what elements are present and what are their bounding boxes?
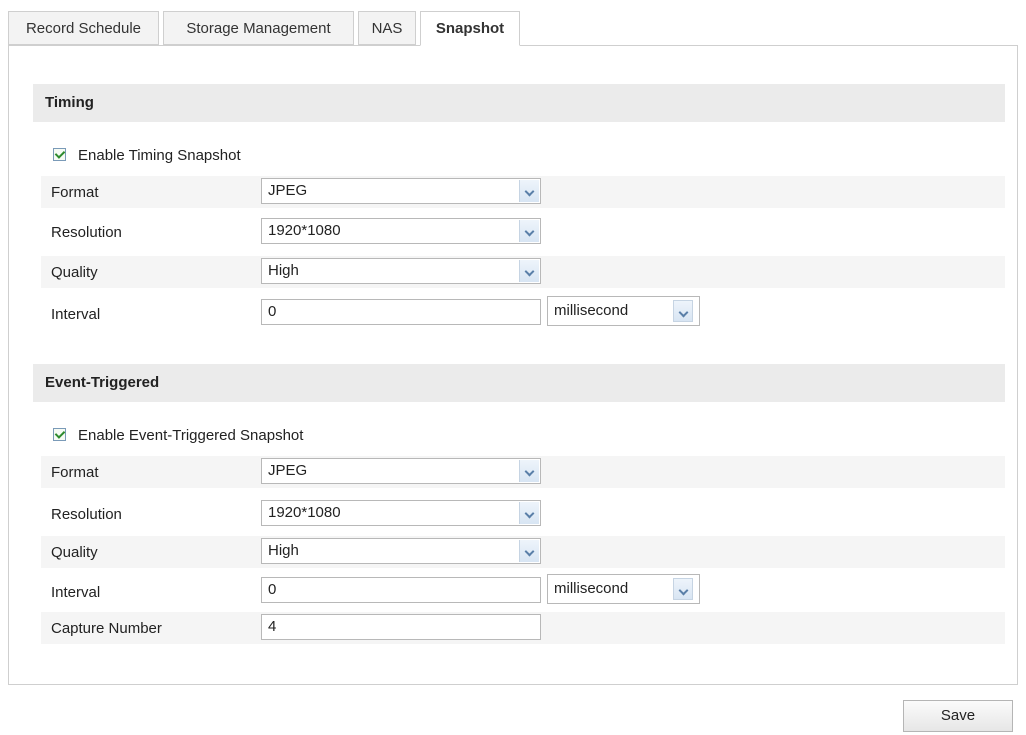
- chevron-down-icon[interactable]: [519, 540, 539, 562]
- event-quality-select[interactable]: High: [261, 538, 541, 564]
- chevron-down-icon[interactable]: [673, 578, 693, 600]
- event-quality-label: Quality: [51, 544, 98, 561]
- event-enable-label: Enable Event-Triggered Snapshot: [78, 427, 304, 444]
- timing-interval-unit-select[interactable]: millisecond: [547, 296, 700, 326]
- event-format-label: Format: [51, 464, 99, 481]
- event-section-header: Event-Triggered: [33, 364, 1005, 402]
- event-resolution-label: Resolution: [51, 506, 122, 523]
- timing-resolution-select[interactable]: 1920*1080: [261, 218, 541, 244]
- timing-resolution-label: Resolution: [51, 224, 122, 241]
- event-interval-label: Interval: [51, 584, 101, 601]
- timing-quality-row: Quality High: [41, 256, 1005, 288]
- timing-resolution-value: 1920*1080: [268, 222, 341, 239]
- event-resolution-row: Resolution 1920*1080: [41, 498, 1005, 530]
- event-resolution-select[interactable]: 1920*1080: [261, 500, 541, 526]
- timing-interval-label: Interval: [51, 306, 101, 323]
- timing-resolution-row: Resolution 1920*1080: [41, 216, 1005, 248]
- timing-quality-select[interactable]: High: [261, 258, 541, 284]
- tab-snapshot[interactable]: Snapshot: [420, 11, 520, 46]
- event-quality-value: High: [268, 542, 299, 559]
- timing-format-value: JPEG: [268, 182, 308, 199]
- event-format-row: Format JPEG: [41, 456, 1005, 488]
- event-interval-unit-select[interactable]: millisecond: [547, 574, 700, 604]
- timing-format-select[interactable]: JPEG: [261, 178, 541, 204]
- event-capture-label: Capture Number: [51, 620, 162, 637]
- timing-format-row: Format JPEG: [41, 176, 1005, 208]
- event-enable-checkbox[interactable]: [53, 427, 66, 441]
- timing-interval-row: Interval 0 millisecond: [41, 296, 1005, 328]
- timing-interval-unit-value: millisecond: [554, 302, 629, 319]
- timing-format-label: Format: [51, 184, 99, 201]
- event-capture-row: Capture Number 4: [41, 612, 1005, 644]
- event-quality-row: Quality High: [41, 536, 1005, 568]
- tab-nas[interactable]: NAS: [358, 11, 416, 45]
- timing-enable-label: Enable Timing Snapshot: [78, 147, 241, 164]
- chevron-down-icon[interactable]: [519, 502, 539, 524]
- timing-interval-input[interactable]: 0: [261, 299, 541, 325]
- save-button[interactable]: Save: [903, 700, 1013, 732]
- chevron-down-icon[interactable]: [519, 220, 539, 242]
- event-format-select[interactable]: JPEG: [261, 458, 541, 484]
- event-interval-unit-value: millisecond: [554, 580, 629, 597]
- chevron-down-icon[interactable]: [519, 260, 539, 282]
- chevron-down-icon[interactable]: [519, 460, 539, 482]
- event-format-value: JPEG: [268, 462, 308, 479]
- chevron-down-icon[interactable]: [673, 300, 693, 322]
- event-interval-row: Interval 0 millisecond: [41, 574, 1005, 606]
- timing-quality-label: Quality: [51, 264, 98, 281]
- event-capture-input[interactable]: 4: [261, 614, 541, 640]
- timing-section-header: Timing: [33, 84, 1005, 122]
- snapshot-panel: Timing Enable Timing Snapshot Format JPE…: [8, 45, 1018, 685]
- tab-storage-management[interactable]: Storage Management: [163, 11, 354, 45]
- event-enable-row: Enable Event-Triggered Snapshot: [53, 426, 303, 446]
- event-interval-input[interactable]: 0: [261, 577, 541, 603]
- timing-enable-checkbox[interactable]: [53, 147, 66, 161]
- timing-quality-value: High: [268, 262, 299, 279]
- chevron-down-icon[interactable]: [519, 180, 539, 202]
- tab-record-schedule[interactable]: Record Schedule: [8, 11, 159, 45]
- event-resolution-value: 1920*1080: [268, 504, 341, 521]
- timing-enable-row: Enable Timing Snapshot: [53, 146, 241, 166]
